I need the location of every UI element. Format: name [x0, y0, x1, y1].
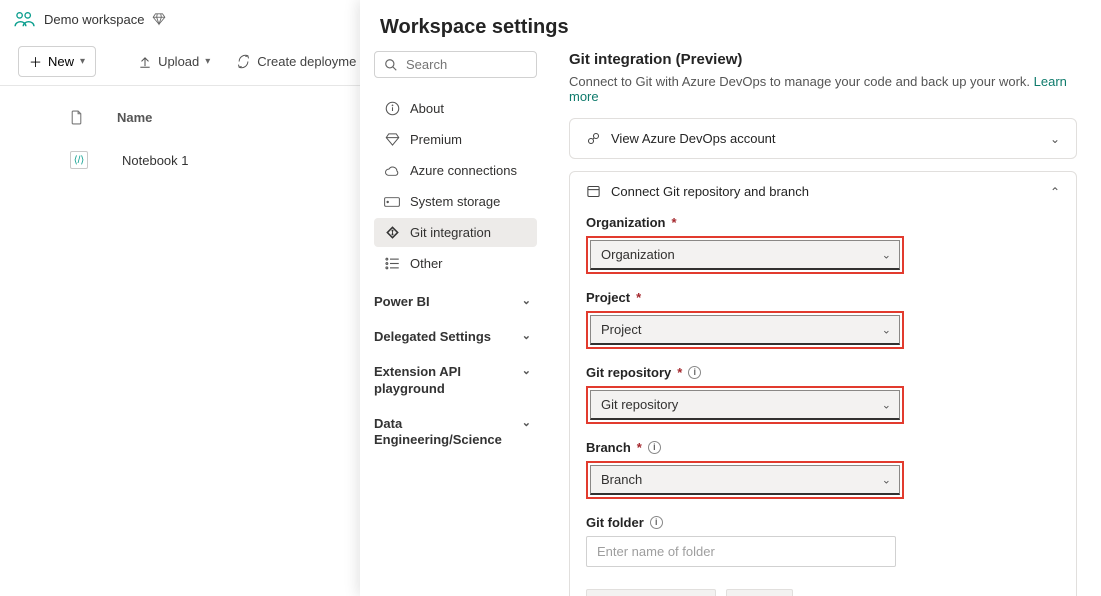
- project-select[interactable]: Project ⌄: [590, 315, 900, 345]
- view-account-label: View Azure DevOps account: [611, 131, 776, 146]
- upload-label: Upload: [158, 54, 199, 69]
- storage-icon: [384, 196, 400, 208]
- sidebar-item-label: Other: [410, 256, 443, 271]
- view-account-card[interactable]: View Azure DevOps account ⌄: [569, 118, 1077, 159]
- workspace-icon: [14, 10, 36, 28]
- branch-highlight: Branch ⌄: [586, 461, 904, 499]
- diamond-icon: [152, 12, 166, 26]
- chevron-down-icon: ⌄: [882, 248, 891, 261]
- chevron-down-icon: ⌄: [882, 473, 891, 486]
- organization-label: Organization: [586, 215, 665, 230]
- deploy-label: Create deployme: [257, 54, 356, 69]
- panel-title: Workspace settings: [360, 0, 1101, 51]
- new-button[interactable]: ＋ New ▾: [18, 46, 96, 77]
- chevron-down-icon: ⌄: [1050, 132, 1060, 146]
- cloud-icon: [384, 164, 400, 178]
- file-type-icon: [70, 110, 83, 125]
- info-icon[interactable]: i: [688, 366, 701, 379]
- branch-label: Branch: [586, 440, 631, 455]
- list-icon: [384, 257, 400, 270]
- column-name-header[interactable]: Name: [117, 110, 152, 125]
- sidebar-item-about[interactable]: About: [374, 94, 537, 123]
- info-icon[interactable]: i: [650, 516, 663, 529]
- connect-repo-header[interactable]: Connect Git repository and branch ⌃: [586, 184, 1060, 199]
- connect-and-sync-button[interactable]: Connect and sync: [586, 589, 716, 596]
- chevron-down-icon: ⌄: [522, 416, 531, 429]
- info-icon: [384, 101, 400, 116]
- deployment-icon: [236, 54, 251, 69]
- chevron-down-icon: ▾: [80, 56, 85, 67]
- sidebar-item-premium[interactable]: Premium: [374, 125, 537, 154]
- sidebar-item-label: Azure connections: [410, 163, 517, 178]
- cancel-button[interactable]: Cancel: [726, 589, 792, 596]
- sidebar-item-git-integration[interactable]: Git integration: [374, 218, 537, 247]
- git-repo-select[interactable]: Git repository ⌄: [590, 390, 900, 420]
- chevron-down-icon: ⌄: [522, 364, 531, 377]
- repo-icon: [586, 184, 601, 199]
- sidebar-item-other[interactable]: Other: [374, 249, 537, 278]
- connect-repo-card: Connect Git repository and branch ⌃ Orga…: [569, 171, 1077, 596]
- git-repo-label: Git repository: [586, 365, 671, 380]
- search-icon: [384, 58, 398, 72]
- notebook-icon: ⟨/⟩: [70, 151, 88, 169]
- info-icon[interactable]: i: [648, 441, 661, 454]
- git-folder-input[interactable]: [586, 536, 896, 567]
- sidebar-item-label: System storage: [410, 194, 500, 209]
- workspace-name: Demo workspace: [44, 12, 144, 27]
- workspace-settings-panel: Workspace settings About Premium: [360, 0, 1101, 596]
- upload-button[interactable]: Upload ▾: [138, 54, 210, 69]
- chevron-up-icon: ⌃: [1050, 185, 1060, 199]
- organization-highlight: Organization ⌄: [586, 236, 904, 274]
- section-title: Git integration (Preview): [569, 51, 1077, 68]
- plus-icon: ＋: [29, 52, 42, 71]
- organization-select[interactable]: Organization ⌄: [590, 240, 900, 270]
- section-subtitle: Connect to Git with Azure DevOps to mana…: [569, 74, 1077, 104]
- sidebar-item-label: About: [410, 101, 444, 116]
- chevron-down-icon: ⌄: [882, 398, 891, 411]
- project-highlight: Project ⌄: [586, 311, 904, 349]
- git-icon: [384, 225, 400, 240]
- search-input-wrap[interactable]: [374, 51, 537, 78]
- git-repo-highlight: Git repository ⌄: [586, 386, 904, 424]
- sidebar-item-label: Premium: [410, 132, 462, 147]
- chevron-down-icon: ⌄: [522, 329, 531, 342]
- group-data-engineering[interactable]: Data Engineering/Science ⌄: [374, 416, 531, 450]
- group-extension-api[interactable]: Extension API playground ⌄: [374, 364, 531, 398]
- connect-repo-label: Connect Git repository and branch: [611, 184, 809, 199]
- group-delegated-settings[interactable]: Delegated Settings ⌄: [374, 329, 531, 346]
- settings-content: Git integration (Preview) Connect to Git…: [545, 51, 1101, 596]
- diamond-icon: [384, 132, 400, 147]
- branch-select[interactable]: Branch ⌄: [590, 465, 900, 495]
- chevron-down-icon: ⌄: [522, 294, 531, 307]
- git-folder-label: Git folder: [586, 515, 644, 530]
- new-button-label: New: [48, 54, 74, 69]
- project-label: Project: [586, 290, 630, 305]
- list-item-name: Notebook 1: [122, 153, 189, 168]
- create-deployment-button[interactable]: Create deployme: [236, 54, 356, 69]
- settings-sidebar: About Premium Azure connections System s…: [360, 51, 545, 596]
- chevron-down-icon: ▾: [205, 56, 210, 67]
- sidebar-item-system-storage[interactable]: System storage: [374, 187, 537, 216]
- link-icon: [586, 131, 601, 146]
- upload-icon: [138, 55, 152, 69]
- group-power-bi[interactable]: Power BI ⌄: [374, 294, 531, 311]
- chevron-down-icon: ⌄: [882, 323, 891, 336]
- sidebar-item-azure-connections[interactable]: Azure connections: [374, 156, 537, 185]
- sidebar-item-label: Git integration: [410, 225, 491, 240]
